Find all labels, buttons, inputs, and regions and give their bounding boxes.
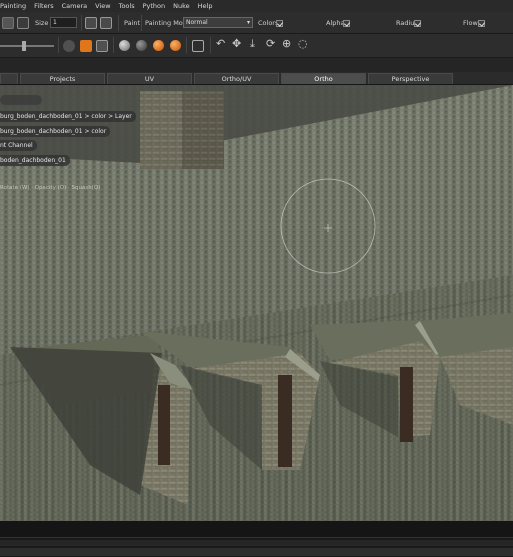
size-value: 1 xyxy=(53,19,57,26)
menu-filters[interactable]: Filters xyxy=(30,2,57,10)
layer-path-label[interactable]: burg_boden_dachboden_01 > color > Layer xyxy=(0,111,136,122)
move-icon[interactable]: ✥ xyxy=(232,37,241,50)
size-label: Size xyxy=(35,19,49,27)
menu-tools[interactable]: Tools xyxy=(115,2,139,10)
separator xyxy=(113,37,114,53)
shelf-strip xyxy=(0,548,513,556)
save-icon[interactable] xyxy=(2,17,14,29)
layer-color-label[interactable]: burg_boden_dachboden_01 > color xyxy=(0,126,111,137)
menu-python[interactable]: Python xyxy=(139,2,170,10)
projection-icon[interactable] xyxy=(63,40,75,52)
paint-viewport[interactable]: burg_boden_dachboden_01 > color > Layer … xyxy=(0,85,513,537)
chevron-down-icon: ▾ xyxy=(246,19,250,26)
brush-size-slider[interactable] xyxy=(0,45,54,47)
shortcut-hint: Rotate (W) · Opacity (O) · Squash(Q) xyxy=(0,185,101,191)
painting-mode-value: Normal xyxy=(186,19,208,26)
colors-checkbox[interactable] xyxy=(276,20,283,27)
tab-ortho-uv[interactable]: Ortho/UV xyxy=(194,73,279,84)
separator xyxy=(141,15,142,31)
menu-nuke[interactable]: Nuke xyxy=(169,2,194,10)
menu-painting[interactable]: Painting xyxy=(0,2,30,10)
paint-brush-icon[interactable] xyxy=(80,40,92,52)
viewport-slider[interactable] xyxy=(0,95,42,105)
radius-checkbox[interactable] xyxy=(414,20,421,27)
undo-icon[interactable]: ↶ xyxy=(216,37,225,50)
translate-down-icon[interactable]: ⤓ xyxy=(250,37,255,51)
view-tabs: Projects UV Ortho/UV Ortho Perspective xyxy=(0,72,513,85)
size-field[interactable]: 1 xyxy=(50,17,77,28)
menu-help[interactable]: Help xyxy=(194,2,217,10)
painting-mode-select[interactable]: Normal ▾ xyxy=(183,17,253,28)
timeline-strip[interactable] xyxy=(0,540,513,546)
frame-icon[interactable] xyxy=(192,40,204,52)
tab-projects[interactable]: Projects xyxy=(20,73,105,84)
dark-sphere-icon[interactable] xyxy=(136,40,147,51)
roof-render xyxy=(0,85,513,537)
separator xyxy=(118,15,119,31)
tab-uv[interactable]: UV xyxy=(107,73,192,84)
menu-view[interactable]: View xyxy=(91,2,114,10)
tab-ortho[interactable]: Ortho xyxy=(281,73,366,84)
separator xyxy=(210,37,211,53)
menu-camera[interactable]: Camera xyxy=(58,2,92,10)
lasso-icon[interactable]: ◌ xyxy=(298,37,308,50)
alpha-label: Alpha xyxy=(326,19,345,27)
tab-left-stub[interactable] xyxy=(0,73,18,84)
orange-sphere-2-icon[interactable] xyxy=(170,40,181,51)
copy-icon[interactable] xyxy=(85,17,97,29)
brush-preset-icon[interactable] xyxy=(17,17,29,29)
channel-label[interactable]: nt Channel xyxy=(0,140,37,151)
tool-toolbar: ↶ ✥ ⤓ ⟳ ⊕ ◌ xyxy=(0,34,513,58)
shader-label[interactable]: boden_dachboden_01 xyxy=(0,155,70,166)
grey-sphere-icon[interactable] xyxy=(119,40,130,51)
status-bar xyxy=(0,537,513,557)
paint-toolbar: Size 1 Paint Painting Mode Normal ▾ Colo… xyxy=(0,12,513,34)
flow-checkbox[interactable] xyxy=(478,20,485,27)
tab-perspective[interactable]: Perspective xyxy=(368,73,453,84)
orange-sphere-icon[interactable] xyxy=(153,40,164,51)
scale-icon[interactable]: ⊕ xyxy=(282,37,291,50)
menu-bar: Painting Filters Camera View Tools Pytho… xyxy=(0,0,513,12)
eraser-icon[interactable] xyxy=(96,40,108,52)
alpha-checkbox[interactable] xyxy=(343,20,350,27)
duplicate-icon[interactable] xyxy=(100,17,112,29)
flow-label: Flow xyxy=(463,19,478,27)
rotate-icon[interactable]: ⟳ xyxy=(266,37,275,50)
separator xyxy=(58,37,59,53)
tabs-strip xyxy=(0,58,513,72)
separator xyxy=(81,15,82,31)
paint-label: Paint xyxy=(124,19,141,27)
slider-handle[interactable] xyxy=(22,41,26,51)
separator xyxy=(186,37,187,53)
